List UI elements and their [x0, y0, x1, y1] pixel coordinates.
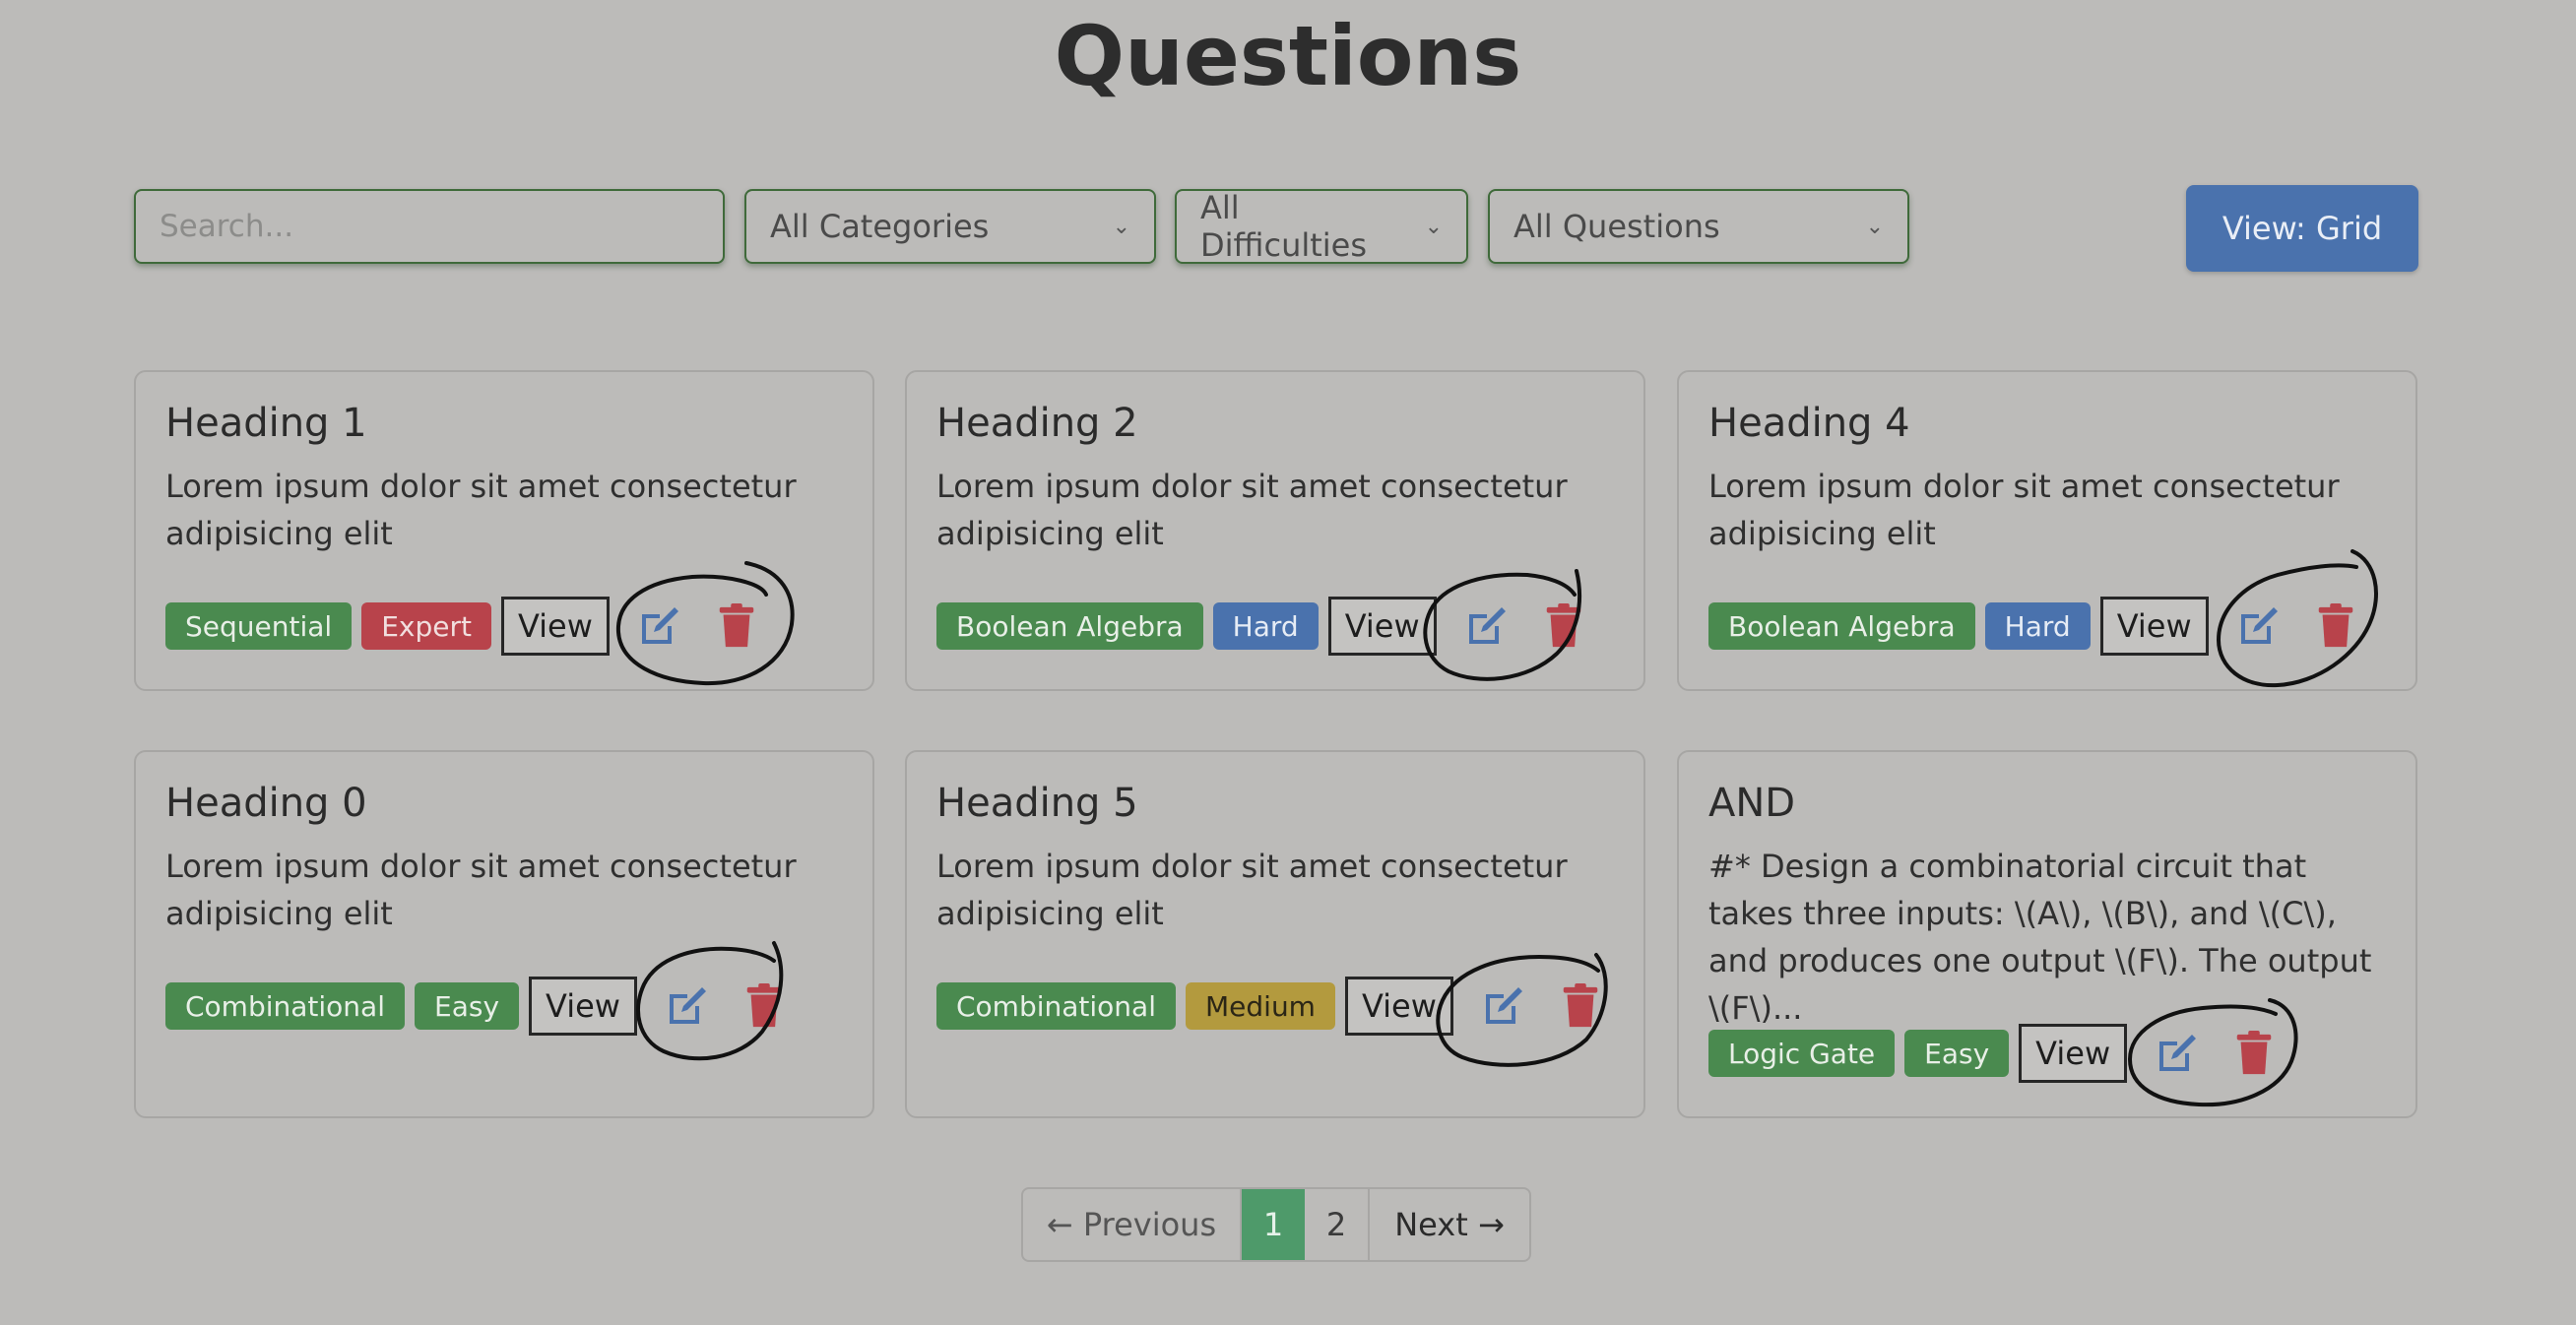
category-badge: Combinational: [165, 982, 405, 1030]
card-body: #* Design a combinatorial circuit that t…: [1708, 848, 2372, 1027]
category-select[interactable]: All Categories ⌄: [744, 189, 1156, 264]
card-body: Lorem ipsum dolor sit amet consectetur a…: [165, 848, 797, 932]
trash-icon[interactable]: [1539, 601, 1588, 651]
category-badge: Combinational: [936, 982, 1176, 1030]
card-footer: Combinational Medium View: [936, 977, 1633, 1036]
card-heading: Heading 2: [936, 401, 1138, 446]
card-footer: Boolean Algebra Hard View: [936, 597, 1616, 656]
pagination: ← Previous 1 2 Next →: [1021, 1187, 1531, 1262]
difficulty-select[interactable]: All Difficulties ⌄: [1175, 189, 1468, 264]
difficulty-badge: Hard: [1212, 602, 1319, 650]
edit-icon[interactable]: [2234, 601, 2284, 651]
category-badge: Boolean Algebra: [936, 602, 1203, 650]
view-button[interactable]: View: [500, 597, 610, 656]
next-page-button[interactable]: Next →: [1370, 1189, 1529, 1260]
search-field[interactable]: [134, 189, 725, 264]
category-badge: Sequential: [165, 602, 353, 650]
difficulty-select-value: All Difficulties: [1200, 189, 1368, 264]
chevron-down-icon: ⌄: [1424, 214, 1443, 239]
card-heading: Heading 4: [1708, 401, 1910, 446]
trash-icon[interactable]: [1556, 981, 1605, 1031]
card-footer: Logic Gate Easy View: [1708, 1024, 2306, 1083]
question-card: Heading 1 Lorem ipsum dolor sit amet con…: [134, 370, 874, 691]
previous-page-button[interactable]: ← Previous: [1023, 1189, 1242, 1260]
card-body: Lorem ipsum dolor sit amet consectetur a…: [936, 468, 1568, 552]
card-heading: AND: [1708, 781, 1796, 826]
question-filter-select-value: All Questions: [1513, 208, 1720, 245]
trash-icon[interactable]: [740, 981, 789, 1031]
trash-icon[interactable]: [2229, 1029, 2279, 1078]
edit-icon[interactable]: [1479, 981, 1528, 1031]
question-card: Heading 4 Lorem ipsum dolor sit amet con…: [1677, 370, 2417, 691]
edit-icon[interactable]: [2153, 1029, 2202, 1078]
edit-icon[interactable]: [1462, 601, 1512, 651]
difficulty-badge: Medium: [1186, 982, 1335, 1030]
difficulty-badge: Easy: [1904, 1030, 2010, 1077]
edit-icon[interactable]: [663, 981, 712, 1031]
questions-page: Questions All Categories ⌄ All Difficult…: [0, 0, 2576, 1325]
card-heading: Heading 1: [165, 401, 367, 446]
question-filter-select[interactable]: All Questions ⌄: [1488, 189, 1909, 264]
card-footer: Sequential Expert View: [165, 597, 789, 656]
trash-icon[interactable]: [712, 601, 761, 651]
difficulty-badge: Expert: [361, 602, 491, 650]
view-button[interactable]: View: [2019, 1024, 2128, 1083]
question-card: Heading 5 Lorem ipsum dolor sit amet con…: [905, 750, 1645, 1118]
category-badge: Logic Gate: [1708, 1030, 1896, 1077]
card-heading: Heading 5: [936, 781, 1138, 826]
trash-icon[interactable]: [2311, 601, 2360, 651]
edit-icon[interactable]: [635, 601, 684, 651]
card-body: Lorem ipsum dolor sit amet consectetur a…: [165, 468, 797, 552]
view-toggle-button[interactable]: View: Grid: [2186, 185, 2418, 272]
chevron-down-icon: ⌄: [1112, 214, 1130, 239]
card-body: Lorem ipsum dolor sit amet consectetur a…: [1708, 468, 2340, 552]
view-button[interactable]: View: [1327, 597, 1437, 656]
card-body: Lorem ipsum dolor sit amet consectetur a…: [936, 848, 1568, 932]
category-badge: Boolean Algebra: [1708, 602, 1975, 650]
page-1-button[interactable]: 1: [1242, 1189, 1305, 1260]
card-footer: Combinational Easy View: [165, 977, 816, 1036]
page-title: Questions: [1054, 8, 1522, 104]
view-button[interactable]: View: [1344, 977, 1453, 1036]
chevron-down-icon: ⌄: [1865, 214, 1884, 239]
search-input[interactable]: [160, 209, 699, 244]
question-card: Heading 0 Lorem ipsum dolor sit amet con…: [134, 750, 874, 1118]
card-footer: Boolean Algebra Hard View: [1708, 597, 2388, 656]
difficulty-badge: Hard: [1984, 602, 2091, 650]
view-button[interactable]: View: [529, 977, 637, 1036]
question-card: Heading 2 Lorem ipsum dolor sit amet con…: [905, 370, 1645, 691]
question-card: AND #* Design a combinatorial circuit th…: [1677, 750, 2417, 1118]
card-heading: Heading 0: [165, 781, 367, 826]
category-select-value: All Categories: [770, 208, 990, 245]
view-button[interactable]: View: [2099, 597, 2209, 656]
difficulty-badge: Easy: [415, 982, 520, 1030]
page-2-button[interactable]: 2: [1305, 1189, 1370, 1260]
